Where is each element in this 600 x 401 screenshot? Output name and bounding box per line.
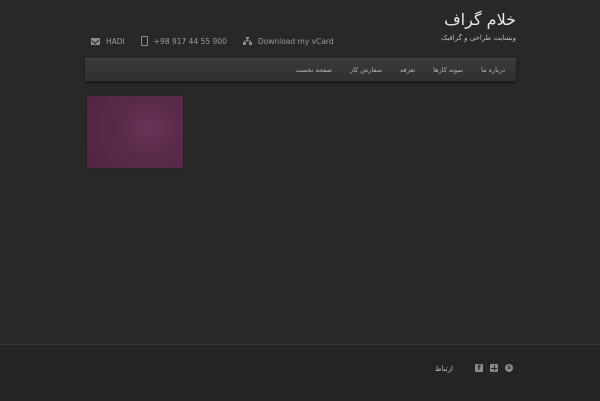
social-links: f s bbox=[475, 364, 513, 372]
contact-name[interactable]: HADI bbox=[106, 37, 125, 46]
phone-icon bbox=[140, 36, 148, 46]
portfolio-thumbnail[interactable] bbox=[87, 96, 183, 168]
sitemap-icon[interactable] bbox=[242, 37, 252, 45]
footer-contact-label: ارتباط bbox=[435, 365, 453, 373]
nav-item-order[interactable]: سفارش کار bbox=[350, 66, 382, 74]
site-tagline: وبسایت طراحی و گرافیک bbox=[441, 34, 516, 42]
grid-icon[interactable] bbox=[490, 364, 498, 372]
facebook-icon[interactable]: f bbox=[475, 364, 483, 372]
skype-icon[interactable]: s bbox=[505, 364, 513, 372]
site-title[interactable]: خلام گراف bbox=[444, 10, 516, 29]
nav-item-home[interactable]: صفحه نخست bbox=[295, 66, 332, 74]
vcard-download-link[interactable]: Download my vCard bbox=[258, 37, 334, 46]
contact-bar: HADI +98 917 44 55 900 Download my vCard bbox=[91, 35, 334, 47]
contact-phone: +98 917 44 55 900 bbox=[153, 36, 227, 46]
nav-item-portfolio[interactable]: نمونه کارها bbox=[433, 66, 463, 74]
nav-item-pricing[interactable]: تعرفه bbox=[400, 66, 415, 74]
nav-item-about[interactable]: درباره ما bbox=[481, 66, 505, 74]
main-navigation: صفحه نخست سفارش کار تعرفه نمونه کارها در… bbox=[85, 58, 516, 82]
mail-icon[interactable] bbox=[91, 37, 100, 45]
footer: ارتباط f s bbox=[0, 344, 600, 401]
